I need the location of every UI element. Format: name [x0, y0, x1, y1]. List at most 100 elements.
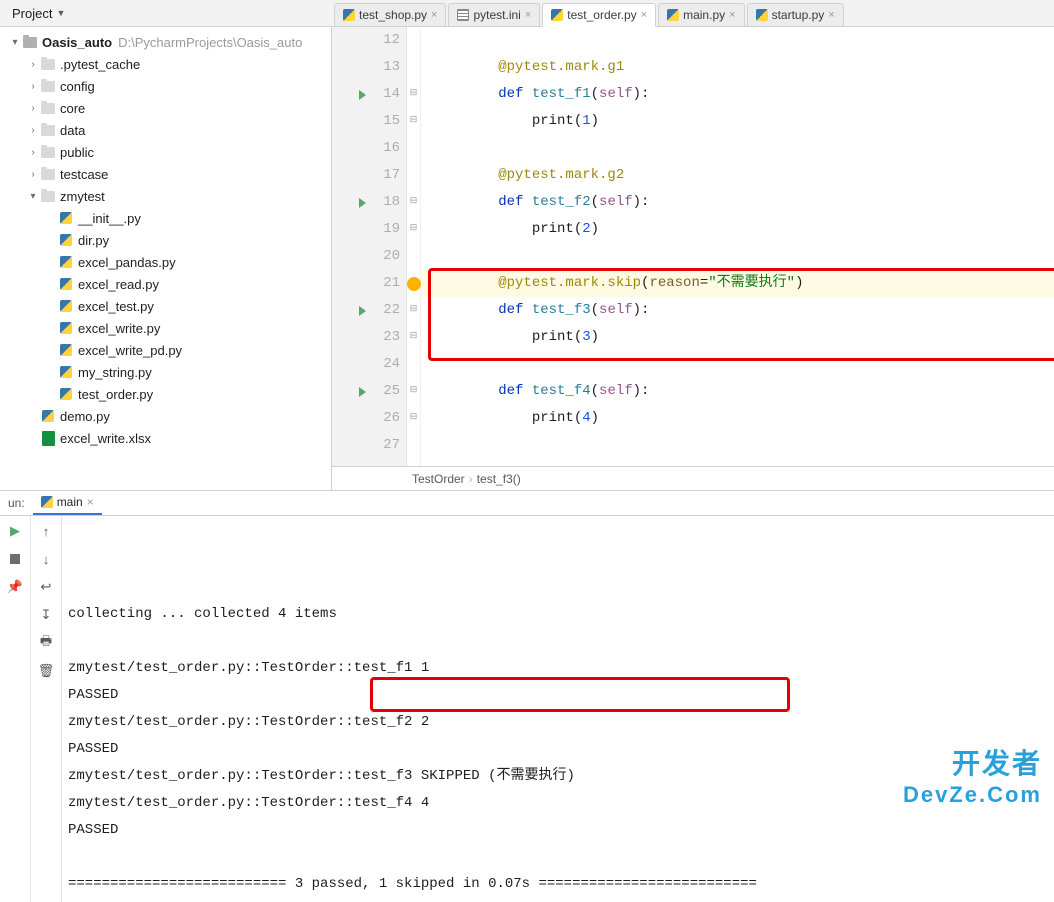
run-panel: un: main × ▶ 📌 ↑ ↓ ↩ ↧ 🖶 🗑 [0, 490, 1054, 820]
folder-icon [40, 78, 56, 94]
tree-item-label: dir.py [78, 233, 109, 248]
down-icon[interactable]: ↓ [37, 550, 55, 568]
tree-root[interactable]: ▾ Oasis_auto D:\PycharmProjects\Oasis_au… [0, 31, 331, 53]
editor-tab[interactable]: startup.py× [747, 3, 844, 26]
chevron-right-icon: › [465, 472, 477, 486]
print-icon[interactable]: 🖶 [37, 634, 55, 652]
python-icon [756, 9, 768, 21]
code-line[interactable] [431, 135, 1054, 162]
tree-item-label: test_order.py [78, 387, 153, 402]
excel-icon [40, 430, 56, 446]
python-icon [551, 9, 563, 21]
editor-tab[interactable]: test_order.py× [542, 3, 656, 27]
watermark-line2: DevZe.Com [903, 782, 1042, 808]
config-icon [457, 9, 469, 21]
breadcrumb-item[interactable]: TestOrder [412, 472, 465, 486]
console-line [68, 844, 1048, 871]
console-line [68, 628, 1048, 655]
tree-item[interactable]: ›core [0, 97, 331, 119]
tree-item[interactable]: dir.py [0, 229, 331, 251]
close-icon[interactable]: × [828, 9, 834, 21]
tree-item[interactable]: ›config [0, 75, 331, 97]
tree-item[interactable]: ›data [0, 119, 331, 141]
run-tab-main[interactable]: main × [33, 491, 102, 515]
code-line[interactable]: def test_f2(self): [431, 189, 1054, 216]
tree-item[interactable]: excel_write.xlsx [0, 427, 331, 449]
console-output[interactable]: collecting ... collected 4 items zmytest… [62, 516, 1054, 902]
lightbulb-icon[interactable] [407, 277, 421, 291]
soft-wrap-icon[interactable]: ↩ [37, 578, 55, 596]
close-icon[interactable]: × [87, 495, 94, 509]
breadcrumb-item[interactable]: test_f3() [477, 472, 521, 486]
code-editor[interactable]: 12131415161718192021222324252627 ⊟⊟⊟⊟⊟⊟⊟… [332, 27, 1054, 490]
python-icon [58, 364, 74, 380]
tree-item[interactable]: __init__.py [0, 207, 331, 229]
run-line-icon[interactable] [359, 90, 366, 100]
editor-tab[interactable]: test_shop.py× [334, 3, 446, 26]
code-line[interactable] [431, 243, 1054, 270]
python-icon [58, 232, 74, 248]
tree-item[interactable]: excel_read.py [0, 273, 331, 295]
editor-content[interactable]: @pytest.mark.g1 def test_f1(self): print… [421, 27, 1054, 466]
editor-gutter: 12131415161718192021222324252627 [332, 27, 407, 466]
code-line[interactable] [431, 27, 1054, 54]
tree-item[interactable]: ›testcase [0, 163, 331, 185]
run-tab-label: main [57, 495, 83, 509]
code-line[interactable]: @pytest.mark.g2 [431, 162, 1054, 189]
python-icon [58, 276, 74, 292]
editor-tab[interactable]: main.py × [658, 3, 744, 26]
pin-icon[interactable]: 📌 [6, 578, 24, 596]
watermark: 开发者 DevZe.Com [903, 742, 1042, 808]
close-icon[interactable]: × [729, 9, 735, 21]
console-line: zmytest/test_order.py::TestOrder::test_f… [68, 763, 1048, 790]
up-icon[interactable]: ↑ [37, 522, 55, 540]
tree-item[interactable]: ›public [0, 141, 331, 163]
run-icon[interactable]: ▶ [6, 522, 24, 540]
run-line-icon[interactable] [359, 387, 366, 397]
code-line[interactable]: print(3) [431, 324, 1054, 351]
code-line[interactable]: def test_f1(self): [431, 81, 1054, 108]
code-line[interactable] [431, 351, 1054, 378]
scroll-to-end-icon[interactable]: ↧ [37, 606, 55, 624]
tree-item[interactable]: excel_test.py [0, 295, 331, 317]
tree-item[interactable]: demo.py [0, 405, 331, 427]
code-line[interactable]: @pytest.mark.g1 [431, 54, 1054, 81]
code-line[interactable]: @pytest.mark.skip(reason="不需要执行") [431, 270, 1054, 297]
tree-item-label: excel_test.py [78, 299, 154, 314]
python-icon [58, 342, 74, 358]
tab-label: main.py [683, 8, 725, 22]
stop-icon[interactable] [6, 550, 24, 568]
tree-item[interactable]: excel_pandas.py [0, 251, 331, 273]
close-icon[interactable]: × [525, 9, 531, 21]
chevron-down-icon: ▾ [8, 37, 22, 48]
project-tree[interactable]: ▾ Oasis_auto D:\PycharmProjects\Oasis_au… [0, 27, 332, 490]
tree-item[interactable]: my_string.py [0, 361, 331, 383]
code-line[interactable] [431, 432, 1054, 459]
editor-tab[interactable]: pytest.ini× [448, 3, 540, 26]
tree-item-label: excel_pandas.py [78, 255, 176, 270]
close-icon[interactable]: × [641, 9, 647, 21]
tree-item[interactable]: excel_write_pd.py [0, 339, 331, 361]
run-line-icon[interactable] [359, 198, 366, 208]
close-icon[interactable]: × [431, 9, 437, 21]
run-line-icon[interactable] [359, 306, 366, 316]
tree-item[interactable]: ▾zmytest [0, 185, 331, 207]
code-line[interactable]: print(2) [431, 216, 1054, 243]
delete-icon[interactable]: 🗑 [37, 662, 55, 680]
tree-item[interactable]: ›.pytest_cache [0, 53, 331, 75]
folder-icon [40, 122, 56, 138]
tree-twisty: › [26, 81, 40, 92]
folder-icon [40, 144, 56, 160]
tree-item-label: my_string.py [78, 365, 152, 380]
code-line[interactable]: print(4) [431, 405, 1054, 432]
tree-item[interactable]: excel_write.py [0, 317, 331, 339]
tree-item[interactable]: test_order.py [0, 383, 331, 405]
tree-twisty: › [26, 169, 40, 180]
project-selector[interactable]: Project ▼ [4, 4, 73, 23]
code-line[interactable]: def test_f4(self): [431, 378, 1054, 405]
console-line: PASSED [68, 682, 1048, 709]
code-line[interactable]: def test_f3(self): [431, 297, 1054, 324]
editor-breadcrumb[interactable]: TestOrder › test_f3() [332, 466, 1054, 490]
code-line[interactable]: print(1) [431, 108, 1054, 135]
tree-item-label: core [60, 101, 85, 116]
